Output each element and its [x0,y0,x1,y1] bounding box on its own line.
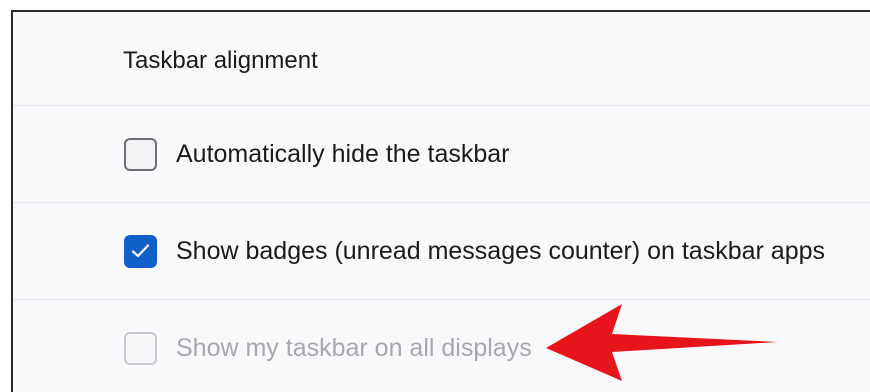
auto-hide-taskbar-label[interactable]: Automatically hide the taskbar [176,140,510,169]
taskbar-alignment-row[interactable]: Taskbar alignment [13,12,870,106]
show-badges-checkbox[interactable] [124,235,157,268]
auto-hide-taskbar-row[interactable]: Automatically hide the taskbar [13,106,870,203]
show-taskbar-all-displays-checkbox [124,332,157,365]
show-badges-label[interactable]: Show badges (unread messages counter) on… [176,237,825,266]
checkmark-icon [131,244,150,258]
show-badges-row[interactable]: Show badges (unread messages counter) on… [13,203,870,300]
auto-hide-taskbar-checkbox[interactable] [124,138,157,171]
show-taskbar-all-displays-label: Show my taskbar on all displays [176,334,532,362]
red-arrow-left-icon [546,304,778,381]
taskbar-alignment-label: Taskbar alignment [123,47,318,74]
